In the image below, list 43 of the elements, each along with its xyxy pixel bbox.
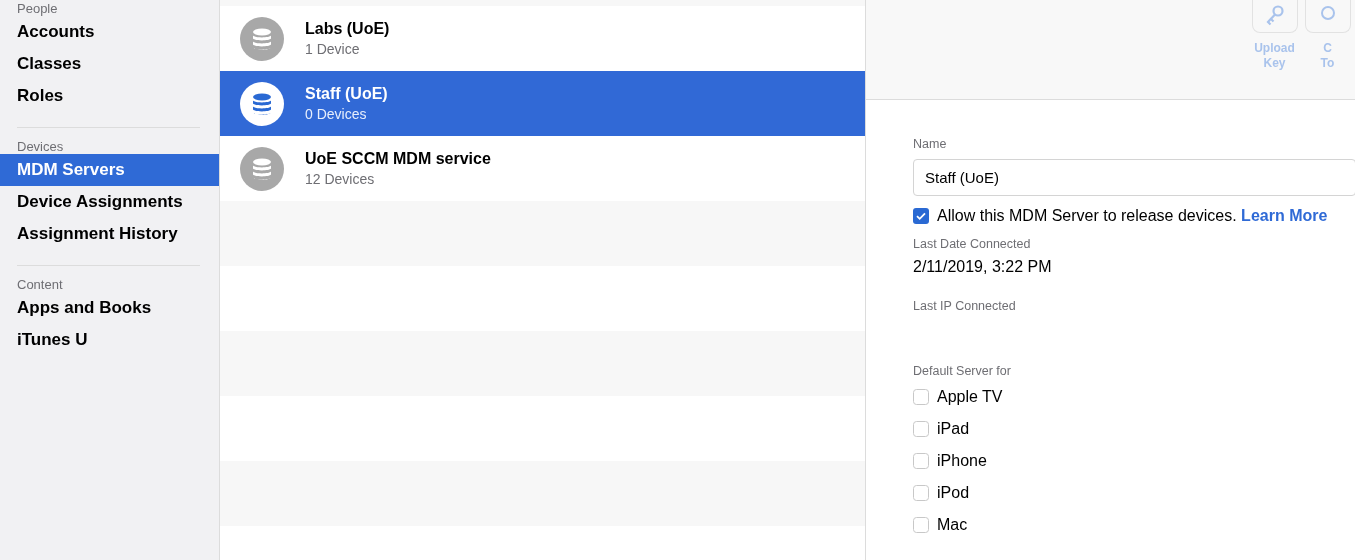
database-icon — [240, 146, 284, 191]
server-row[interactable]: Staff (UoE) 0 Devices — [220, 71, 865, 136]
sidebar-item[interactable]: Assignment History — [0, 218, 219, 250]
checkbox-label: iPad — [937, 420, 970, 438]
checkbox-label: Apple TV — [937, 388, 1003, 406]
field-label: Last IP Connected — [913, 299, 1017, 313]
sidebar-item[interactable]: MDM Servers — [0, 154, 219, 186]
section-header: Devices — [16, 138, 65, 154]
last-connected-date: 2/11/2019, 3:22 PM — [913, 258, 1053, 276]
server-row[interactable]: Labs (UoE) 1 Device — [220, 6, 865, 71]
sidebar-item[interactable]: Roles — [0, 80, 219, 112]
checkbox[interactable] — [913, 485, 929, 501]
checkbox-label: Allow this MDM Server to release devices. Learn More — [937, 207, 1328, 225]
server-name: Staff (UoE) — [305, 85, 388, 103]
checkbox[interactable] — [913, 517, 929, 533]
checkbox-label: iPod — [937, 484, 970, 502]
server-name: Labs (UoE) — [305, 20, 390, 38]
field-label: Last Date Connected — [913, 237, 1032, 251]
checkbox[interactable] — [913, 453, 929, 469]
name-field[interactable]: Staff (UoE) — [913, 159, 1355, 196]
checkbox[interactable] — [913, 421, 929, 437]
server-name: UoE SCCM MDM service — [305, 150, 491, 168]
sidebar-item[interactable]: iTunes U — [0, 324, 219, 356]
checkbox-label: Mac — [937, 516, 968, 534]
checkbox[interactable] — [913, 389, 929, 405]
checkbox[interactable] — [913, 208, 929, 224]
field-label: Default Server for — [913, 364, 1012, 378]
field-label: Name — [913, 137, 948, 151]
device-count: 0 Devices — [305, 106, 368, 122]
section-header: Content — [16, 276, 64, 292]
learn-more-link[interactable]: Learn More — [1241, 207, 1328, 224]
server-row[interactable]: UoE SCCM MDM service 12 Devices — [220, 136, 865, 201]
database-icon — [240, 81, 284, 126]
checkbox-label: iPhone — [937, 452, 987, 470]
device-count: 1 Device — [305, 41, 361, 57]
key-icon — [1264, 4, 1285, 27]
sidebar-item[interactable]: Device Assignments — [0, 186, 219, 218]
sidebar-item[interactable]: Apps and Books — [0, 292, 219, 324]
section-header: People — [16, 0, 59, 16]
sidebar-item[interactable]: Accounts — [0, 16, 219, 48]
device-count: 12 Devices — [305, 171, 376, 187]
database-icon — [240, 16, 284, 61]
sidebar-item[interactable]: Classes — [0, 48, 219, 80]
